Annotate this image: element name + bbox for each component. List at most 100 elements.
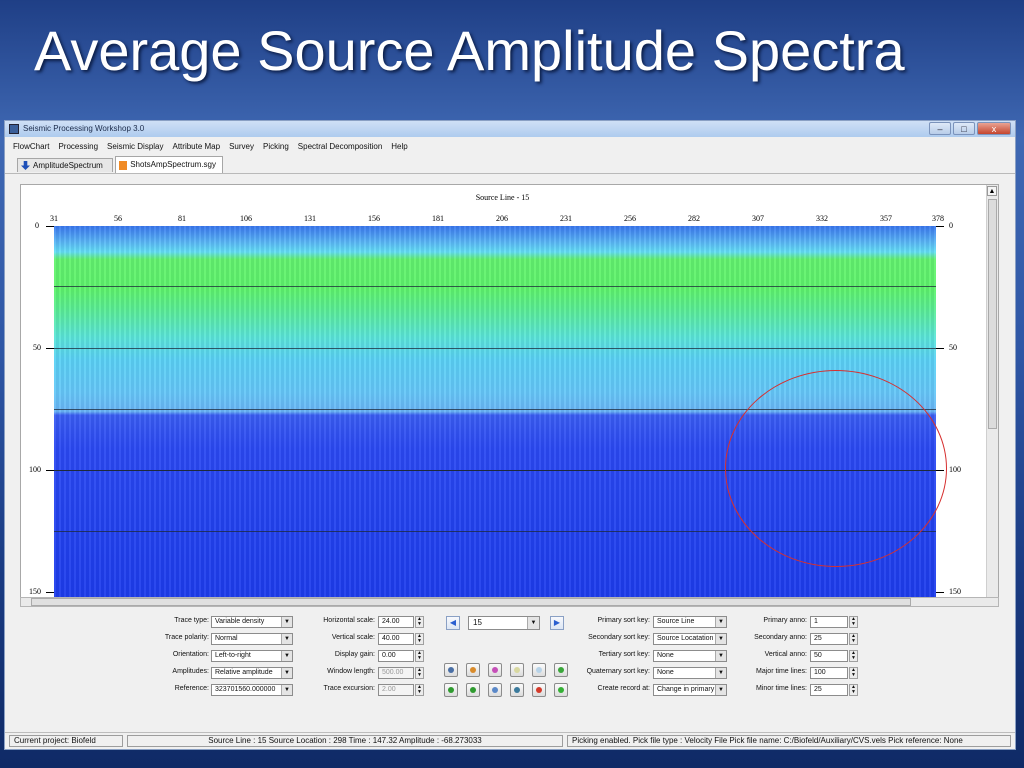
y-tick-mark xyxy=(46,592,54,593)
create-record-at-select[interactable]: Change in primary ▼ xyxy=(653,684,727,696)
trace-polarity-value: Normal xyxy=(215,635,238,642)
window-length-input[interactable]: 500.00 xyxy=(378,667,414,679)
previous-record-button[interactable]: ◀ xyxy=(446,616,460,630)
vertical-anno-label: Vertical anno: xyxy=(764,651,807,658)
status-project: Current project: Biofeld xyxy=(9,735,123,747)
tertiary-sort-key-value: None xyxy=(657,652,674,659)
major-time-lines-input[interactable]: 100 xyxy=(810,667,848,679)
y-tick-left: 100 xyxy=(29,465,41,474)
scroll-thumb[interactable] xyxy=(988,199,997,429)
window-controls: – □ x xyxy=(929,122,1011,135)
x-tick: 378 xyxy=(932,214,944,223)
reference-select[interactable]: 323701560.000000 ▼ xyxy=(211,684,293,696)
refresh-icon[interactable] xyxy=(554,663,568,677)
undo-icon[interactable] xyxy=(444,683,458,697)
title-bar: Seismic Processing Workshop 3.0 – □ x xyxy=(5,121,1015,137)
menu-picking[interactable]: Picking xyxy=(263,142,289,151)
app-icon xyxy=(9,124,19,134)
status-cursor-readout: Source Line : 15 Source Location : 298 T… xyxy=(127,735,563,747)
menu-processing[interactable]: Processing xyxy=(58,142,98,151)
y-tick-right: 100 xyxy=(949,465,961,474)
color-wheel-icon[interactable] xyxy=(488,663,502,677)
palette-icon[interactable] xyxy=(466,663,480,677)
trace-excursion-input[interactable]: 2.00 xyxy=(378,684,414,696)
x-tick: 131 xyxy=(304,214,316,223)
primary-anno-label: Primary anno: xyxy=(763,617,807,624)
vertical-anno-input[interactable]: 50 xyxy=(810,650,848,662)
zoom-in-icon[interactable] xyxy=(510,663,524,677)
horizontal-scrollbar[interactable] xyxy=(20,597,999,607)
vertical-scale-stepper[interactable]: ▲ ▼ xyxy=(415,633,424,645)
scroll-up-icon[interactable]: ▲ xyxy=(987,186,997,196)
secondary-sort-key-select[interactable]: Source Locatation ▼ xyxy=(653,633,727,645)
vertical-anno-stepper[interactable]: ▲ ▼ xyxy=(849,650,858,662)
minor-time-lines-stepper[interactable]: ▲ ▼ xyxy=(849,684,858,696)
vertical-scale-label: Vertical scale: xyxy=(331,634,375,641)
major-time-line xyxy=(54,348,936,349)
quaternary-sort-key-select[interactable]: None ▼ xyxy=(653,667,727,679)
menu-flowchart[interactable]: FlowChart xyxy=(13,142,49,151)
next-record-button[interactable]: ▶ xyxy=(550,616,564,630)
trace-excursion-stepper[interactable]: ▲ ▼ xyxy=(415,684,424,696)
x-tick: 256 xyxy=(624,214,636,223)
minimize-button[interactable]: – xyxy=(929,122,951,135)
stop-icon[interactable] xyxy=(532,683,546,697)
pan-icon[interactable] xyxy=(488,683,502,697)
tab-label: AmplitudeSpectrum xyxy=(33,160,103,170)
menu-help[interactable]: Help xyxy=(391,142,407,151)
tertiary-sort-key-select[interactable]: None ▼ xyxy=(653,650,727,662)
display-gain-input[interactable]: 0.00 xyxy=(378,650,414,662)
secondary-anno-label: Secondary anno: xyxy=(754,634,807,641)
y-tick-left: 0 xyxy=(35,221,39,230)
tab-amplitude-spectrum[interactable]: AmplitudeSpectrum xyxy=(17,158,113,172)
y-tick-right: 50 xyxy=(949,343,957,352)
major-time-lines-stepper[interactable]: ▲ ▼ xyxy=(849,667,858,679)
redo-icon[interactable] xyxy=(466,683,480,697)
globe-icon[interactable] xyxy=(510,683,524,697)
reference-value: 323701560.000000 xyxy=(215,686,276,693)
camera-icon[interactable] xyxy=(444,663,458,677)
display-gain-stepper[interactable]: ▲ ▼ xyxy=(415,650,424,662)
close-button[interactable]: x xyxy=(977,122,1011,135)
y-tick-right: 0 xyxy=(949,221,953,230)
minor-time-line xyxy=(54,286,936,287)
horizontal-scale-input[interactable]: 24.00 xyxy=(378,616,414,628)
tab-label: ShotsAmpSpectrum.sgy xyxy=(130,160,216,169)
maximize-button[interactable]: □ xyxy=(953,122,975,135)
primary-anno-input[interactable]: 1 xyxy=(810,616,848,628)
status-bar: Current project: Biofeld Source Line : 1… xyxy=(5,732,1015,749)
menu-survey[interactable]: Survey xyxy=(229,142,254,151)
primary-anno-stepper[interactable]: ▲ ▼ xyxy=(849,616,858,628)
scroll-thumb[interactable] xyxy=(31,598,911,606)
tab-bar: AmplitudeSpectrum ShotsAmpSpectrum.sgy xyxy=(5,155,1015,174)
tab-shots-amp-spectrum[interactable]: ShotsAmpSpectrum.sgy xyxy=(115,156,223,173)
amplitudes-select[interactable]: Relative amplitude ▼ xyxy=(211,667,293,679)
y-tick-left: 50 xyxy=(33,343,41,352)
record-select[interactable]: 15 ▼ xyxy=(468,616,540,630)
go-icon[interactable] xyxy=(554,683,568,697)
menu-spectral-decomposition[interactable]: Spectral Decomposition xyxy=(298,142,382,151)
y-tick-mark xyxy=(936,592,944,593)
vertical-scrollbar[interactable]: ▲ xyxy=(986,185,998,605)
tertiary-sort-key-label: Tertiary sort key: xyxy=(598,651,650,658)
chevron-down-icon: ▼ xyxy=(281,685,292,695)
menu-seismic-display[interactable]: Seismic Display xyxy=(107,142,163,151)
menu-attribute-map[interactable]: Attribute Map xyxy=(173,142,221,151)
chevron-down-icon: ▼ xyxy=(281,651,292,661)
minor-time-lines-input[interactable]: 25 xyxy=(810,684,848,696)
primary-sort-key-select[interactable]: Source Line ▼ xyxy=(653,616,727,628)
quaternary-sort-key-value: None xyxy=(657,669,674,676)
vertical-scale-input[interactable]: 40.00 xyxy=(378,633,414,645)
orientation-select[interactable]: Left-to-right ▼ xyxy=(211,650,293,662)
y-tick-left: 150 xyxy=(29,587,41,596)
major-time-lines-label: Major time lines: xyxy=(756,668,807,675)
zoom-out-icon[interactable] xyxy=(532,663,546,677)
trace-type-select[interactable]: Variable density ▼ xyxy=(211,616,293,628)
y-tick-mark xyxy=(46,226,54,227)
trace-polarity-select[interactable]: Normal ▼ xyxy=(211,633,293,645)
secondary-anno-stepper[interactable]: ▲ ▼ xyxy=(849,633,858,645)
y-tick-mark xyxy=(46,470,54,471)
window-length-stepper[interactable]: ▲ ▼ xyxy=(415,667,424,679)
secondary-anno-input[interactable]: 25 xyxy=(810,633,848,645)
horizontal-scale-stepper[interactable]: ▲ ▼ xyxy=(415,616,424,628)
